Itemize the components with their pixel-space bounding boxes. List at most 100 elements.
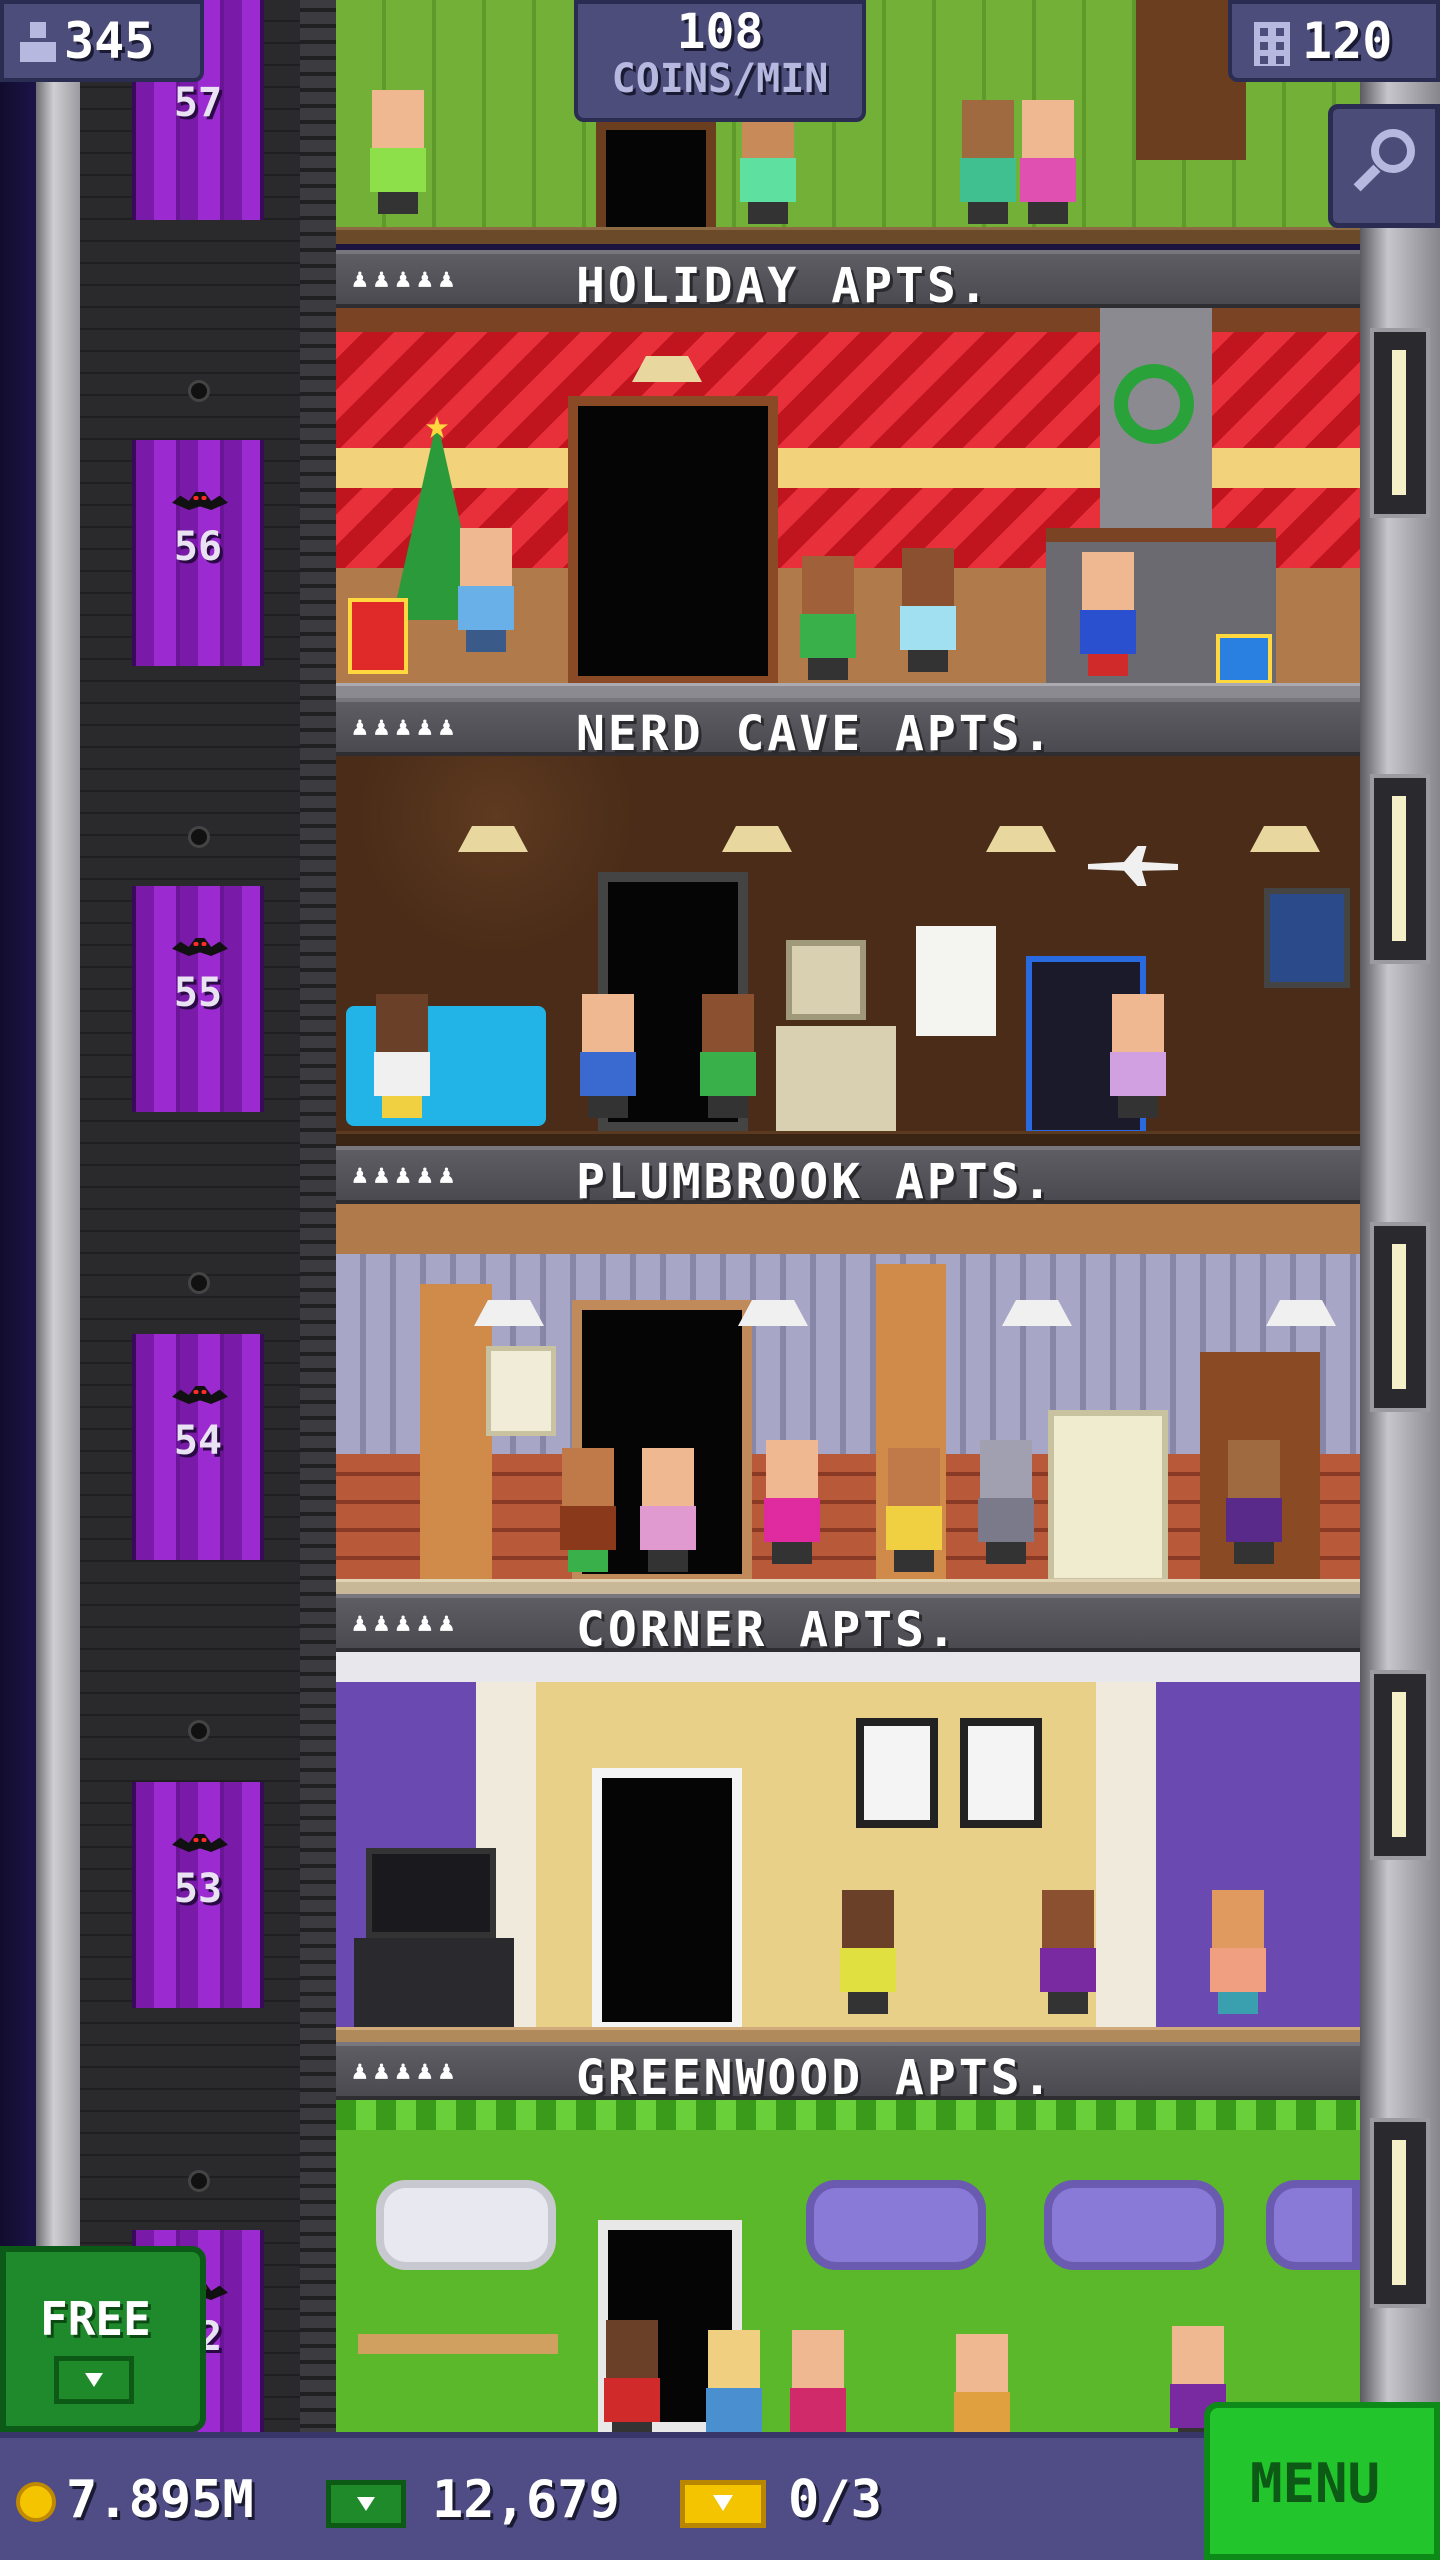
resident-sprite[interactable] (760, 1440, 824, 1564)
floor-rating-stars: ♟♟♟♟♟ (352, 264, 461, 294)
free-label: FREE (40, 2292, 151, 2346)
wall-picture (1264, 888, 1350, 988)
floor-name: HOLIDAY APTS. (576, 258, 991, 314)
coins-rate-value: 108 (676, 4, 764, 60)
resident-sprite[interactable] (786, 2330, 850, 2432)
coin-icon (16, 2482, 56, 2522)
elevator-floor-55[interactable]: 55 (132, 886, 264, 1112)
floor-banner[interactable]: ♟♟♟♟♟ PLUMBROOK APTS. (336, 1146, 1360, 1210)
elevator-floor-number: 57 (173, 80, 223, 126)
cabinet (776, 1026, 896, 1136)
resident-sprite[interactable] (896, 548, 960, 672)
wreath-icon (1114, 364, 1194, 444)
bux-icon (54, 2356, 134, 2404)
elevator-shaft[interactable]: 57 56 55 54 53 52 (80, 0, 336, 2440)
room-floor (336, 227, 1360, 244)
wall-picture (960, 1718, 1042, 1828)
floor-rating-stars: ♟♟♟♟♟ (352, 1160, 461, 1190)
resident-sprite[interactable] (556, 1448, 620, 1572)
floor-banner[interactable]: ♟♟♟♟♟ GREENWOOD APTS. (336, 2042, 1360, 2106)
menu-button[interactable]: MENU (1204, 2402, 1440, 2560)
floors-counter[interactable]: 120 (1228, 0, 1440, 82)
resident-sprite[interactable] (974, 1440, 1038, 1564)
person-icon (20, 22, 56, 62)
coins-balance: 7.895M (66, 2470, 254, 2530)
resident-sprite[interactable] (1222, 1440, 1286, 1564)
resident-sprite[interactable] (576, 994, 640, 1118)
floors-value: 120 (1302, 12, 1393, 70)
wall-picture (486, 1346, 556, 1436)
floor-rating-stars: ♟♟♟♟♟ (352, 1608, 461, 1638)
elevator-pulley-icon (188, 380, 210, 402)
bat-icon (172, 488, 228, 514)
floor-name: GREENWOOD APTS. (576, 2050, 1055, 2106)
tv-icon (366, 1848, 496, 1938)
resident-sprite[interactable] (366, 90, 430, 214)
elevator-rail (300, 0, 336, 2440)
ticket-icon[interactable] (680, 2480, 766, 2528)
resident-sprite[interactable] (836, 1890, 900, 2014)
population-counter[interactable]: 345 (0, 0, 204, 82)
floor-rating-stars: ♟♟♟♟♟ (352, 2056, 461, 2086)
bux-balance: 12,679 (432, 2470, 620, 2530)
mirror (376, 2180, 556, 2270)
resident-sprite[interactable] (600, 2320, 664, 2432)
elevator-floor-56[interactable]: 56 (132, 440, 264, 666)
floor-room-corner[interactable] (336, 1652, 1360, 2044)
resident-sprite[interactable] (1036, 1890, 1100, 2014)
floor-name: CORNER APTS. (576, 1602, 959, 1658)
floor-name: NERD CAVE APTS. (576, 706, 1055, 762)
resident-sprite[interactable] (956, 100, 1020, 224)
magnifier-handle (1353, 164, 1381, 192)
resident-sprite[interactable] (1106, 994, 1170, 1118)
floor-banner[interactable]: ♟♟♟♟♟ HOLIDAY APTS. (336, 250, 1360, 314)
elevator-pulley-icon (188, 1720, 210, 1742)
resident-sprite[interactable] (1206, 1890, 1270, 2014)
room-door (568, 396, 778, 686)
resident-sprite[interactable] (950, 2334, 1014, 2432)
elevator-floor-number: 54 (173, 1418, 223, 1464)
bux-icon[interactable] (326, 2480, 406, 2528)
resident-sprite[interactable] (1016, 100, 1080, 224)
elevator-floor-53[interactable]: 53 (132, 1782, 264, 2008)
wall-picture (856, 1718, 938, 1828)
search-button[interactable] (1328, 104, 1440, 228)
curtain (420, 1284, 492, 1584)
gift-icon (1216, 634, 1272, 684)
tower-window (1370, 774, 1430, 964)
floor-room-greenwood[interactable] (336, 2100, 1360, 2432)
resident-sprite[interactable] (370, 994, 434, 1118)
tower-window (1370, 1670, 1430, 1860)
elevator-pulley-icon (188, 1272, 210, 1294)
resident-sprite[interactable] (454, 528, 518, 652)
elevator-floor-number: 53 (173, 1866, 223, 1912)
gift-icon (348, 598, 408, 674)
resident-sprite[interactable] (796, 556, 860, 680)
floor-room-nerd-cave[interactable] (336, 756, 1360, 1148)
coins-rate-unit: COINS/MIN (611, 56, 829, 102)
elevator-pulley-icon (188, 826, 210, 848)
resident-sprite[interactable] (882, 1448, 946, 1572)
elevator-floor-54[interactable]: 54 (132, 1334, 264, 1560)
resident-sprite[interactable] (702, 2330, 766, 2432)
tower-window (1370, 328, 1430, 518)
floor-banner[interactable]: ♟♟♟♟♟ NERD CAVE APTS. (336, 698, 1360, 762)
magnifier-icon (1371, 129, 1415, 173)
window (806, 2180, 986, 2270)
floor-banner[interactable]: ♟♟♟♟♟ CORNER APTS. (336, 1594, 1360, 1658)
elevator-floor-number: 55 (173, 970, 223, 1016)
elevator-floor-number: 56 (173, 524, 223, 570)
floor-room-plumbrook[interactable] (336, 1204, 1360, 1596)
wall-shelf (358, 2334, 558, 2354)
window (1266, 2180, 1360, 2270)
room-door (592, 1768, 742, 2032)
resident-sprite[interactable] (636, 1448, 700, 1572)
tower-window (1370, 2118, 1430, 2308)
population-value: 345 (64, 12, 155, 70)
floor-rating-stars: ♟♟♟♟♟ (352, 712, 461, 742)
resident-sprite[interactable] (696, 994, 760, 1118)
floor-room-holiday[interactable] (336, 308, 1360, 700)
free-bux-button[interactable]: FREE (0, 2246, 206, 2432)
tv-icon (1048, 1410, 1168, 1584)
resident-sprite[interactable] (1076, 552, 1140, 676)
